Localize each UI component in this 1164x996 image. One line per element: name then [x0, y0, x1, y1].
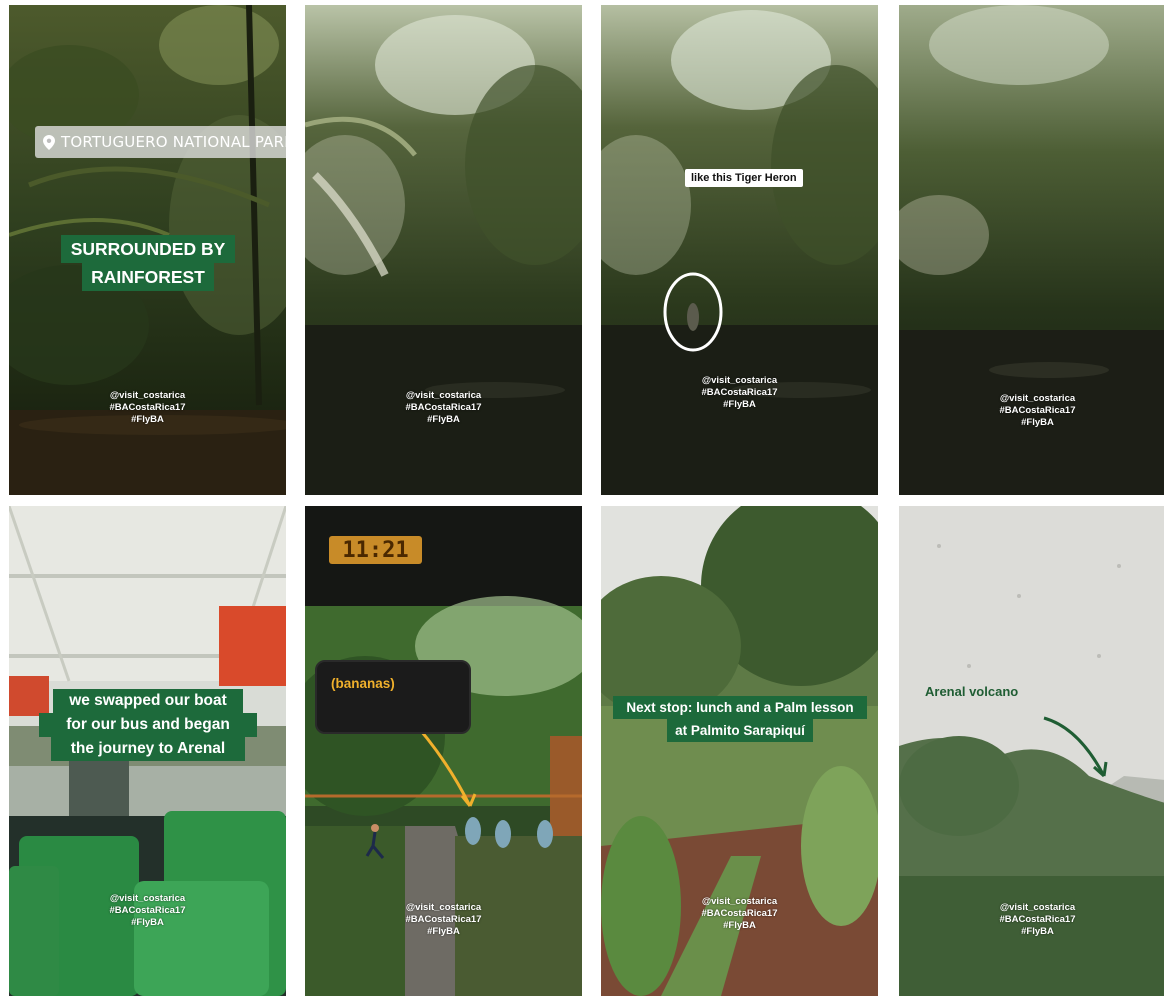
tag-handle: @visit_costarica — [109, 390, 186, 401]
story-panel-1[interactable]: TORTUGUERO NATIONAL PARK SURROUNDED BY R… — [9, 5, 286, 495]
story-panel-6[interactable]: 11:21 (bananas) @visit_costarica #BACost… — [305, 506, 582, 996]
tag-handle: @visit_costarica — [999, 393, 1076, 404]
story-panel-4[interactable]: @visit_costarica #BACostaRica17 #FlyBA — [899, 5, 1164, 495]
story-panel-5[interactable]: we swapped our boat for our bus and bega… — [9, 506, 286, 996]
hashtag-block: @visit_costarica #BACostaRica17 #FlyBA — [601, 896, 878, 932]
story-panel-8[interactable]: Arenal volcano @visit_costarica #BACosta… — [899, 506, 1164, 996]
map-pin-icon — [43, 134, 55, 150]
hashtag-block: @visit_costarica #BACostaRica17 #FlyBA — [601, 375, 878, 411]
caption-surrounded-line1: SURROUNDED BY — [61, 235, 235, 263]
hashtag-block: @visit_costarica #BACostaRica17 #FlyBA — [305, 390, 582, 426]
caption-tiger-heron: like this Tiger Heron — [685, 169, 803, 187]
tag-flyba: #FlyBA — [427, 926, 460, 937]
tag-flyba: #FlyBA — [1021, 926, 1054, 937]
tag-handle: @visit_costarica — [109, 893, 186, 904]
hashtag-block: @visit_costarica #BACostaRica17 #FlyBA — [899, 393, 1164, 429]
caption-surrounded-line2: RAINFOREST — [82, 263, 214, 291]
caption-boat-line3: the journey to Arenal — [51, 737, 245, 761]
caption-bananas: (bananas) — [331, 676, 395, 691]
tag-flyba: #FlyBA — [427, 414, 460, 425]
tag-handle: @visit_costarica — [701, 375, 778, 386]
tag-flyba: #FlyBA — [131, 414, 164, 425]
tag-campaign: #BACostaRica17 — [999, 405, 1076, 416]
hashtag-block: @visit_costarica #BACostaRica17 #FlyBA — [9, 893, 286, 929]
tag-flyba: #FlyBA — [131, 917, 164, 928]
hashtag-block: @visit_costarica #BACostaRica17 #FlyBA — [305, 902, 582, 938]
tag-campaign: #BACostaRica17 — [405, 914, 482, 925]
tag-campaign: #BACostaRica17 — [109, 402, 186, 413]
story-panel-7[interactable]: Next stop: lunch and a Palm lesson at Pa… — [601, 506, 878, 996]
rear-view-mirror: (bananas) — [315, 660, 471, 734]
story-panel-3[interactable]: like this Tiger Heron @visit_costarica #… — [601, 5, 878, 495]
tag-handle: @visit_costarica — [405, 390, 482, 401]
tag-campaign: #BACostaRica17 — [701, 387, 778, 398]
caption-next-stop-line1: Next stop: lunch and a Palm lesson — [613, 696, 867, 719]
tag-handle: @visit_costarica — [999, 902, 1076, 913]
caption-arenal-volcano: Arenal volcano — [925, 684, 1019, 699]
hashtag-block: @visit_costarica #BACostaRica17 #FlyBA — [9, 390, 286, 426]
tag-flyba: #FlyBA — [723, 399, 756, 410]
location-sticker[interactable]: TORTUGUERO NATIONAL PARK — [35, 126, 286, 158]
caption-next-stop-line2: at Palmito Sarapiquí — [667, 719, 813, 742]
tag-campaign: #BACostaRica17 — [405, 402, 482, 413]
tag-flyba: #FlyBA — [1021, 417, 1054, 428]
tag-campaign: #BACostaRica17 — [999, 914, 1076, 925]
tag-handle: @visit_costarica — [701, 896, 778, 907]
tag-campaign: #BACostaRica17 — [701, 908, 778, 919]
jungle-heron-photo — [601, 5, 878, 495]
tag-campaign: #BACostaRica17 — [109, 905, 186, 916]
story-panel-2[interactable]: @visit_costarica #BACostaRica17 #FlyBA — [305, 5, 582, 495]
location-name: TORTUGUERO NATIONAL PARK — [61, 133, 286, 151]
caption-boat-line2: for our bus and began — [39, 713, 257, 737]
hashtag-block: @visit_costarica #BACostaRica17 #FlyBA — [899, 902, 1164, 938]
tag-flyba: #FlyBA — [723, 920, 756, 931]
bus-clock: 11:21 — [329, 536, 422, 564]
caption-boat-line1: we swapped our boat — [53, 689, 243, 713]
tag-handle: @visit_costarica — [405, 902, 482, 913]
